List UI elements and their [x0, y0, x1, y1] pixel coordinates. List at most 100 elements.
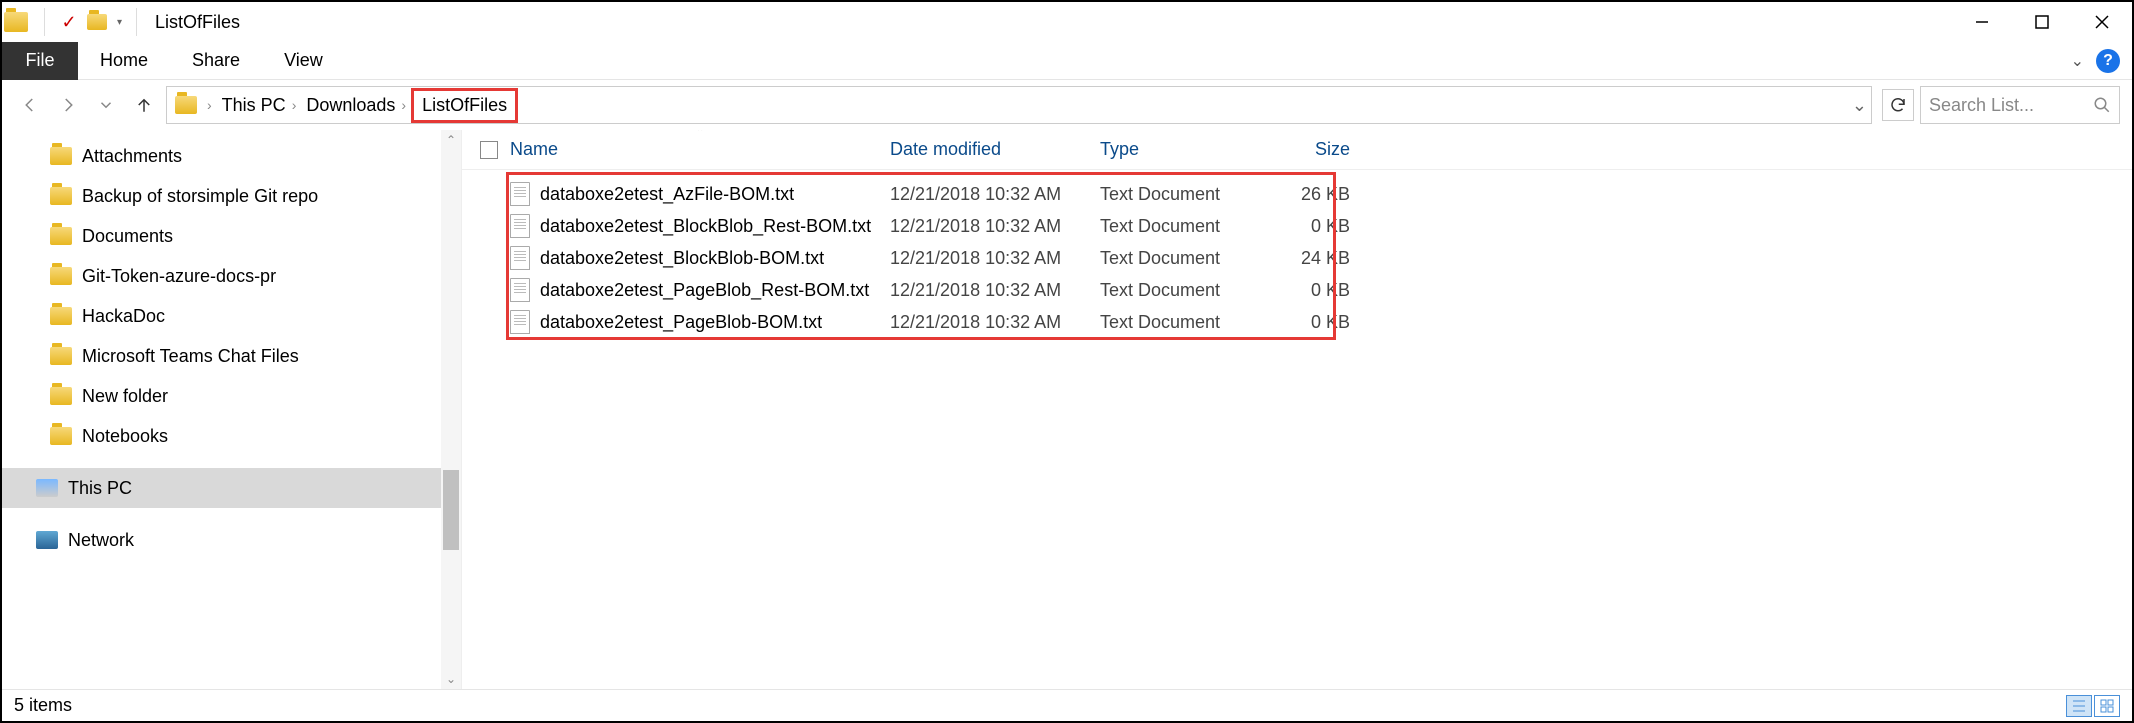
file-date: 12/21/2018 10:32 AM [890, 312, 1100, 333]
folder-icon [50, 347, 72, 365]
text-file-icon [510, 182, 530, 206]
file-type: Text Document [1100, 280, 1250, 301]
tab-view[interactable]: View [262, 42, 345, 80]
file-date: 12/21/2018 10:32 AM [890, 184, 1100, 205]
file-row[interactable]: databoxe2etest_AzFile-BOM.txt12/21/2018 … [480, 178, 2132, 210]
column-headers: ⌃ Name Date modified Type Size [462, 130, 2132, 170]
file-date: 12/21/2018 10:32 AM [890, 248, 1100, 269]
scroll-down-icon[interactable]: ⌄ [441, 669, 461, 689]
breadcrumb-this-pc[interactable]: This PC› [222, 95, 303, 116]
sidebar-item-label: Git-Token-azure-docs-pr [82, 266, 276, 287]
folder-icon [50, 267, 72, 285]
sidebar-item[interactable]: Documents [2, 216, 461, 256]
file-type: Text Document [1100, 216, 1250, 237]
folder-icon [50, 147, 72, 165]
sidebar-item[interactable]: Git-Token-azure-docs-pr [2, 256, 461, 296]
status-text: 5 items [14, 695, 72, 716]
sidebar-item[interactable]: Microsoft Teams Chat Files [2, 336, 461, 376]
chevron-down-icon[interactable]: ⌄ [1852, 95, 1867, 116]
sidebar-item[interactable]: HackaDoc [2, 296, 461, 336]
sidebar-item-label: Attachments [82, 146, 182, 167]
up-button[interactable] [128, 89, 160, 121]
ribbon-right: ⌄ ? [2071, 49, 2132, 73]
file-row[interactable]: databoxe2etest_PageBlob-BOM.txt12/21/201… [480, 306, 2132, 338]
sidebar-scrollbar[interactable]: ⌃ ⌄ [441, 130, 461, 689]
sidebar-item-label: HackaDoc [82, 306, 165, 327]
sidebar-item[interactable]: New folder [2, 376, 461, 416]
folder-icon [50, 427, 72, 445]
breadcrumb-downloads[interactable]: Downloads› [306, 95, 412, 116]
network-icon [36, 531, 58, 549]
file-row[interactable]: databoxe2etest_BlockBlob-BOM.txt12/21/20… [480, 242, 2132, 274]
sidebar-item-label: Microsoft Teams Chat Files [82, 346, 299, 367]
search-input[interactable]: Search List... [1920, 86, 2120, 124]
ribbon-expand-icon[interactable]: ⌄ [2071, 51, 2084, 71]
sidebar-item-network[interactable]: Network [2, 520, 461, 560]
details-view-button[interactable] [2066, 695, 2092, 717]
view-switcher [2066, 695, 2120, 717]
file-size: 26 KB [1250, 184, 1370, 205]
scroll-up-icon[interactable]: ⌃ [441, 130, 461, 150]
recent-locations-button[interactable] [90, 89, 122, 121]
divider [44, 8, 45, 36]
tab-share[interactable]: Share [170, 42, 262, 80]
scroll-thumb[interactable] [443, 470, 459, 550]
file-type: Text Document [1100, 248, 1250, 269]
address-row: › This PC› Downloads› ListOfFiles ⌄ Sear… [2, 80, 2132, 130]
help-icon[interactable]: ? [2096, 49, 2120, 73]
select-all-checkbox[interactable] [480, 141, 510, 159]
text-file-icon [510, 310, 530, 334]
qat-dropdown-icon[interactable]: ▾ [117, 17, 122, 28]
search-icon [2093, 96, 2111, 114]
sidebar-item[interactable]: Attachments [2, 136, 461, 176]
navigation-pane: Attachments Backup of storsimple Git repo… [2, 130, 462, 689]
file-size: 0 KB [1250, 312, 1370, 333]
title-bar: ✓ ▾ ListOfFiles [2, 2, 2132, 42]
sidebar-item-label: Notebooks [82, 426, 168, 447]
file-name: databoxe2etest_PageBlob_Rest-BOM.txt [540, 280, 890, 301]
column-header-name[interactable]: ⌃ Name [510, 139, 890, 160]
breadcrumb-label: Downloads [306, 95, 395, 116]
file-size: 24 KB [1250, 248, 1370, 269]
window-title: ListOfFiles [147, 12, 240, 33]
forward-button[interactable] [52, 89, 84, 121]
refresh-button[interactable] [1882, 89, 1914, 121]
breadcrumb-listoffiles[interactable]: ListOfFiles [416, 93, 513, 118]
sidebar-item-this-pc[interactable]: This PC [2, 468, 461, 508]
minimize-button[interactable] [1952, 2, 2012, 42]
explorer-window: ✓ ▾ ListOfFiles File Home Share View ⌄ ? [0, 0, 2134, 723]
breadcrumb-sep[interactable]: › [201, 97, 218, 113]
folder-icon [50, 387, 72, 405]
close-button[interactable] [2072, 2, 2132, 42]
divider [136, 8, 137, 36]
file-name: databoxe2etest_AzFile-BOM.txt [540, 184, 890, 205]
address-bar[interactable]: › This PC› Downloads› ListOfFiles ⌄ [166, 86, 1872, 124]
sidebar-item-label: Documents [82, 226, 173, 247]
sidebar-item-label: Network [68, 530, 134, 551]
tab-home[interactable]: Home [78, 42, 170, 80]
title-bar-left: ✓ ▾ ListOfFiles [2, 8, 240, 36]
breadcrumb-label: ListOfFiles [422, 95, 507, 116]
folder-icon [50, 307, 72, 325]
file-row[interactable]: databoxe2etest_BlockBlob_Rest-BOM.txt12/… [480, 210, 2132, 242]
back-button[interactable] [14, 89, 46, 121]
sort-indicator-icon: ⌃ [695, 130, 705, 139]
recent-folder-icon[interactable] [87, 12, 107, 32]
sidebar-item[interactable]: Notebooks [2, 416, 461, 456]
tree: Attachments Backup of storsimple Git repo… [2, 130, 461, 689]
properties-icon[interactable]: ✓ [59, 12, 79, 32]
file-menu-button[interactable]: File [2, 42, 78, 80]
thumbnails-view-button[interactable] [2094, 695, 2120, 717]
quick-access-toolbar: ✓ ▾ [38, 8, 143, 36]
column-header-size[interactable]: Size [1250, 139, 1370, 160]
file-name: databoxe2etest_BlockBlob-BOM.txt [540, 248, 890, 269]
sidebar-item[interactable]: Backup of storsimple Git repo [2, 176, 461, 216]
folder-icon [50, 187, 72, 205]
column-header-type[interactable]: Type [1100, 139, 1250, 160]
column-header-date[interactable]: Date modified [890, 139, 1100, 160]
file-name: databoxe2etest_BlockBlob_Rest-BOM.txt [540, 216, 890, 237]
ribbon: File Home Share View ⌄ ? [2, 42, 2132, 80]
address-bar-right: ⌄ [1852, 95, 1867, 116]
file-row[interactable]: databoxe2etest_PageBlob_Rest-BOM.txt12/2… [480, 274, 2132, 306]
maximize-button[interactable] [2012, 2, 2072, 42]
